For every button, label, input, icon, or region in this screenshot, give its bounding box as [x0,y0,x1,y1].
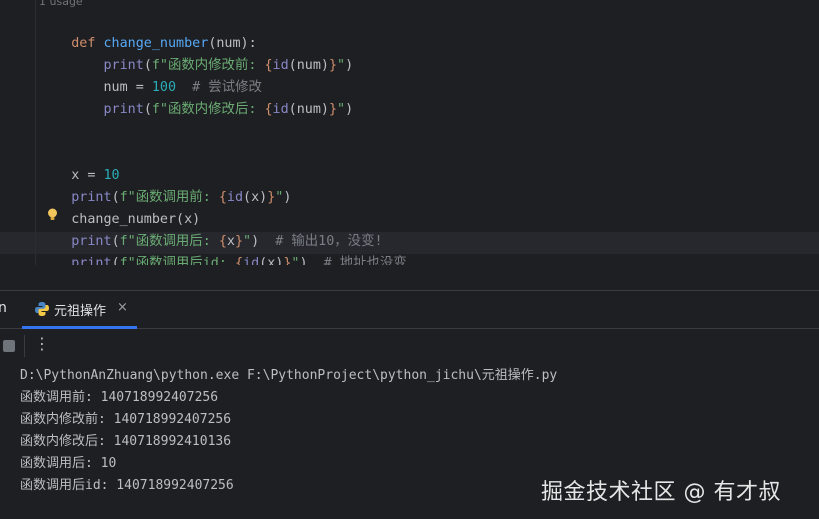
code-line-4[interactable]: print(f"函数内修改后: {id(num)}") [39,77,354,117]
more-options-icon[interactable]: ⋮ [34,334,50,353]
console-line: 函数调用后: 10 [20,456,117,471]
tool-window-title[interactable]: n [0,300,7,316]
code-line-3[interactable]: num = 100 # 尝试修改 [39,55,261,95]
gutter-divider [35,0,36,265]
code-line-5[interactable]: x = 10 [39,143,119,183]
console-line: D:\PythonAnZhuang\python.exe F:\PythonPr… [20,368,558,383]
code-line-1[interactable]: def change_number(num): [39,11,256,51]
code-editor[interactable]: 1 usage def change_number(num): print(f"… [0,0,819,265]
code-line-2[interactable]: print(f"函数内修改前: {id(num)}") [39,33,354,73]
comment: # 地址也没变 [307,256,407,265]
tab-run-config[interactable]: 元祖操作 × [22,291,137,329]
lightbulb-icon[interactable] [47,208,58,221]
code-line-9[interactable]: print(f"函数调用后id: {id(x)}") # 地址也没变 [39,231,406,265]
usage-hint[interactable]: 1 usage [39,0,83,8]
console-line: 函数调用前: 140718992407256 [20,390,219,405]
code-line-7[interactable]: change_number(x) [39,187,200,227]
run-toolbar: ⋮ [0,329,819,363]
stop-icon[interactable] [3,340,15,352]
code-line-6[interactable]: print(f"函数调用前: {id(x)}") [39,165,291,205]
panel-divider [0,265,819,291]
watermark: 掘金技术社区 @ 有才叔 [541,480,781,505]
console-line: 函数调用后id: 140718992407256 [20,478,234,493]
run-tool-window-tabs: n 元祖操作 × [0,291,819,329]
console-line: 函数内修改后: 140718992410136 [20,434,232,449]
console-line: 函数内修改前: 140718992407256 [20,412,232,427]
python-icon [35,302,49,316]
close-icon[interactable]: × [117,300,128,315]
toolbar-separator [24,335,25,357]
tab-label: 元祖操作 [54,304,107,319]
code-line-8[interactable]: print(f"函数调用后: {x}") # 输出10，没变! [39,209,382,249]
